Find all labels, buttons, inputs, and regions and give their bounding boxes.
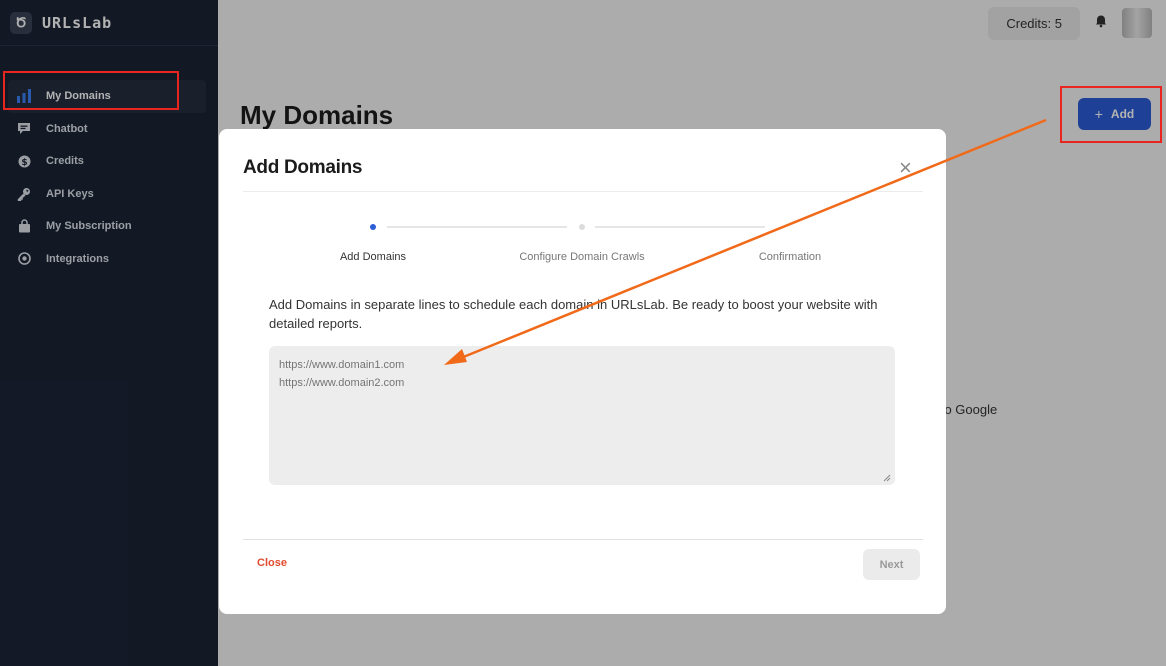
annotation-arrow	[444, 118, 1047, 365]
